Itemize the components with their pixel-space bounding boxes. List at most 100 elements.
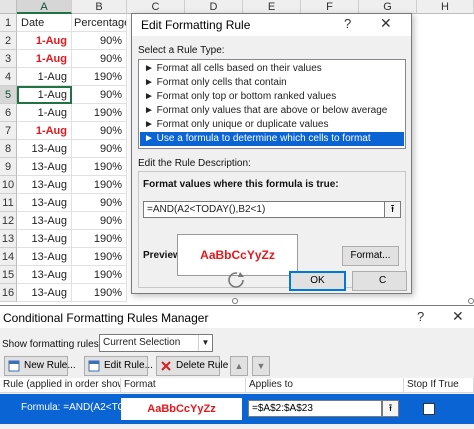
resize-handle[interactable] (468, 298, 474, 304)
row-header[interactable]: 11 (0, 194, 17, 212)
header-applies-to[interactable]: Applies to (246, 378, 404, 393)
row-header[interactable]: 2 (0, 32, 17, 50)
row-header[interactable]: 15 (0, 266, 17, 284)
collapse-dialog-icon[interactable]: ⭱ (384, 201, 401, 218)
cell-b6[interactable]: 190% (72, 104, 127, 122)
cancel-button[interactable]: C (352, 271, 407, 291)
resize-handle[interactable] (232, 298, 238, 304)
cell-b1[interactable]: Percentage (72, 14, 127, 32)
formula-input[interactable]: =AND(A2<TODAY(),B2<1) (143, 201, 385, 218)
cell-b15[interactable]: 190% (72, 266, 127, 284)
help-icon[interactable]: ? (417, 309, 424, 324)
row-header[interactable]: 8 (0, 140, 17, 158)
cell-b2[interactable]: 90% (72, 32, 127, 50)
formula-label: Format values where this formula is true… (143, 179, 339, 190)
cell-b16[interactable]: 190% (72, 284, 127, 302)
row-header[interactable]: 9 (0, 158, 17, 176)
column-header-a[interactable]: A (17, 0, 72, 14)
cell-a9[interactable]: 13-Aug (17, 158, 72, 176)
stop-if-true-checkbox[interactable] (423, 403, 435, 415)
cell-b11[interactable]: 90% (72, 194, 127, 212)
row-header[interactable]: 1 (0, 14, 17, 32)
row-header[interactable]: 10 (0, 176, 17, 194)
cell-b10[interactable]: 190% (72, 176, 127, 194)
move-up-button[interactable]: ▲ (230, 356, 248, 376)
manager-title: Conditional Formatting Rules Manager (3, 311, 209, 325)
cell-b3[interactable]: 90% (72, 50, 127, 68)
new-rule-icon (8, 360, 20, 372)
cell-a13[interactable]: 13-Aug (17, 230, 72, 248)
cell-a15[interactable]: 13-Aug (17, 266, 72, 284)
cell-a5[interactable]: 1-Aug (17, 86, 72, 104)
column-header-f[interactable]: F (301, 0, 359, 14)
cell-b4[interactable]: 190% (72, 68, 127, 86)
rule-type-option[interactable]: ► Format only cells that contain (140, 76, 404, 90)
column-header-c[interactable]: C (127, 0, 185, 14)
cell-a16[interactable]: 13-Aug (17, 284, 72, 302)
column-header-h[interactable]: H (417, 0, 474, 14)
rule-type-option-selected[interactable]: ► Use a formula to determine which cells… (140, 132, 404, 146)
move-down-button[interactable]: ▼ (252, 356, 270, 376)
cell-a6[interactable]: 1-Aug (17, 104, 72, 122)
ok-button[interactable]: OK (289, 271, 346, 291)
show-rules-select[interactable]: Current Selection ▼ (99, 334, 213, 352)
column-header-b[interactable]: B (72, 0, 127, 14)
help-icon[interactable]: ? (344, 16, 351, 31)
row-header[interactable]: 12 (0, 212, 17, 230)
header-format[interactable]: Format (121, 378, 246, 393)
rule-type-option[interactable]: ► Format only values that are above or b… (140, 104, 404, 118)
rule-type-option[interactable]: ► Format only top or bottom ranked value… (140, 90, 404, 104)
row-header[interactable]: 4 (0, 68, 17, 86)
rule-format-preview: AaBbCcYyZz (121, 398, 242, 420)
cell-b8[interactable]: 90% (72, 140, 127, 158)
edit-rule-button[interactable]: Edit Rule... (84, 356, 153, 376)
delete-rule-button[interactable]: Delete Rule (156, 356, 228, 376)
close-icon[interactable]: ✕ (452, 308, 464, 325)
row-header[interactable]: 6 (0, 104, 17, 122)
row-header[interactable]: 5 (0, 86, 17, 104)
collapse-dialog-icon[interactable]: ⭱ (382, 400, 399, 417)
cell-b14[interactable]: 190% (72, 248, 127, 266)
delete-rule-label: Delete Rule (176, 360, 229, 371)
rule-type-list[interactable]: ► Format all cells based on their values… (138, 59, 406, 149)
row-header[interactable]: 14 (0, 248, 17, 266)
cell-b9[interactable]: 190% (72, 158, 127, 176)
rule-type-option[interactable]: ► Format only unique or duplicate values (140, 118, 404, 132)
row-header[interactable]: 3 (0, 50, 17, 68)
manager-titlebar[interactable]: Conditional Formatting Rules Manager ? ✕ (0, 306, 474, 328)
close-icon[interactable]: ✕ (380, 15, 392, 32)
cell-a10[interactable]: 13-Aug (17, 176, 72, 194)
row-header[interactable]: 7 (0, 122, 17, 140)
select-all-corner[interactable] (0, 0, 17, 14)
chevron-down-icon[interactable]: ▼ (198, 335, 212, 351)
format-button[interactable]: Format... (342, 246, 399, 266)
row-header[interactable]: 16 (0, 284, 17, 302)
header-stop-if-true[interactable]: Stop If True (404, 378, 474, 393)
cell-b7[interactable]: 90% (72, 122, 127, 140)
cell-a2[interactable]: 1-Aug (17, 32, 72, 50)
column-header-d[interactable]: D (185, 0, 243, 14)
new-rule-button[interactable]: New Rule... (4, 356, 76, 376)
rotate-handle-icon[interactable] (225, 269, 247, 291)
applies-to-input[interactable]: =$A$2:$A$23 (248, 400, 382, 417)
cell-b13[interactable]: 190% (72, 230, 127, 248)
cell-a1[interactable]: Date (17, 14, 72, 32)
cell-a7[interactable]: 1-Aug (17, 122, 72, 140)
column-header-g[interactable]: G (359, 0, 417, 14)
row-header[interactable]: 13 (0, 230, 17, 248)
cell-a14[interactable]: 13-Aug (17, 248, 72, 266)
cell-a8[interactable]: 13-Aug (17, 140, 72, 158)
edit-description-label: Edit the Rule Description: (138, 158, 251, 169)
cell-a4[interactable]: 1-Aug (17, 68, 72, 86)
header-rule[interactable]: Rule (applied in order shown) (0, 378, 121, 393)
new-rule-label: New Rule... (24, 360, 76, 371)
cell-b12[interactable]: 90% (72, 212, 127, 230)
cell-b5[interactable]: 90% (72, 86, 127, 104)
rules-manager-dialog: Conditional Formatting Rules Manager ? ✕… (0, 305, 474, 429)
column-header-e[interactable]: E (243, 0, 301, 14)
dialog-titlebar[interactable]: Edit Formatting Rule ? ✕ (132, 14, 411, 36)
cell-a3[interactable]: 1-Aug (17, 50, 72, 68)
cell-a11[interactable]: 13-Aug (17, 194, 72, 212)
cell-a12[interactable]: 13-Aug (17, 212, 72, 230)
rule-type-option[interactable]: ► Format all cells based on their values (140, 62, 404, 76)
